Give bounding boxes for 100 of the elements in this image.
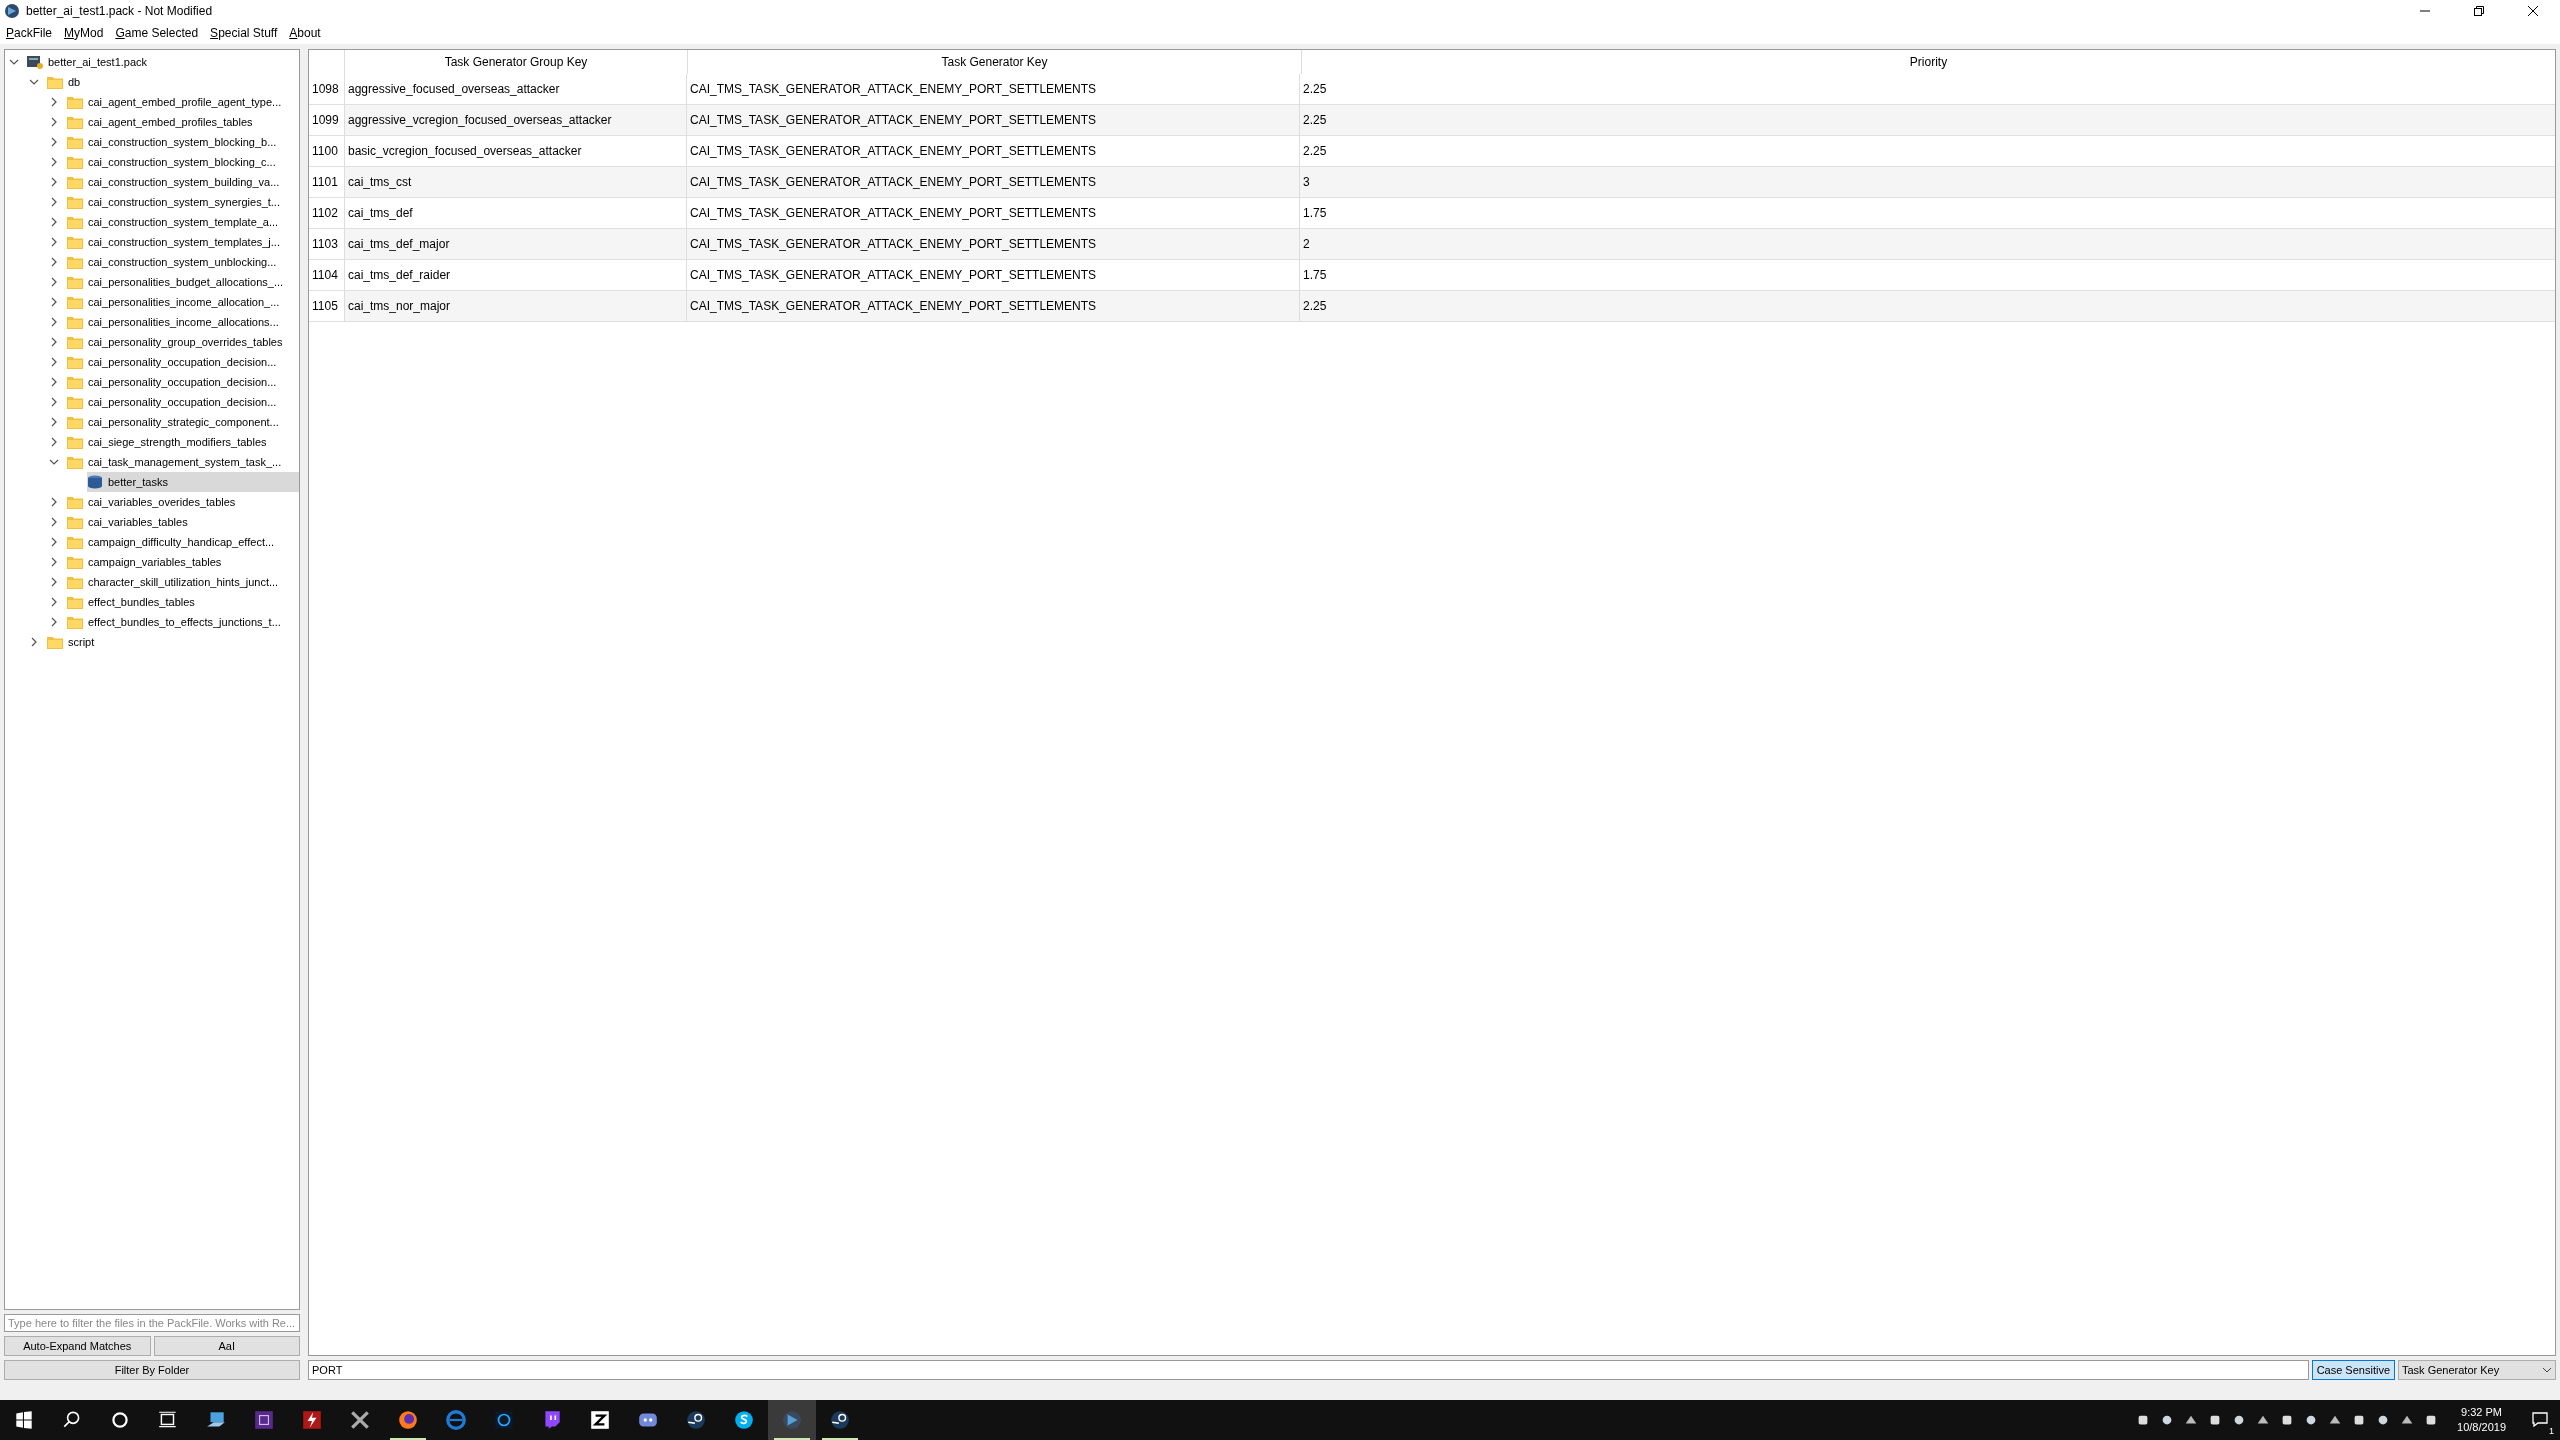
case-sensitive-toggle[interactable]: Case Sensitive [2311,1360,2395,1380]
tree-item[interactable]: cai_construction_system_templates_j... [67,232,299,252]
tree-item[interactable]: better_tasks [87,472,299,492]
tree-item[interactable]: effect_bundles_to_effects_junctions_t... [67,612,299,632]
chevron-icon[interactable] [49,597,59,607]
tree-item[interactable]: cai_personality_group_overrides_tables [67,332,299,352]
folder-icon [67,235,83,249]
table-cell: CAI_TMS_TASK_GENERATOR_ATTACK_ENEMY_PORT_SETTLEMENTS [686,260,1299,290]
tree-item[interactable]: cai_variables_overides_tables [67,492,299,512]
tree-item[interactable]: cai_construction_system_blocking_c... [67,152,299,172]
tray-icon[interactable] [2400,1413,2415,1427]
chevron-icon[interactable] [49,217,59,227]
file-filter-field[interactable]: Type here to filter the files in the PackFile. Works with Re... [4,1314,300,1332]
chevron-icon[interactable] [49,117,59,127]
clock-date[interactable]: 10/8/2019 [2457,1420,2506,1435]
tray-icon[interactable] [2328,1413,2343,1427]
chevron-icon[interactable] [49,417,59,427]
chevron-icon[interactable] [49,297,59,307]
tree-item[interactable]: db [47,72,299,92]
folder-icon [67,95,83,109]
taskbar-app[interactable] [768,1400,816,1440]
close-icon[interactable] [2528,6,2538,16]
tree-item[interactable]: better_ai_test1.pack [27,52,299,72]
tree-item[interactable]: character_skill_utilization_hints_junct... [67,572,299,592]
app-icon [4,3,20,19]
chevron-icon[interactable] [49,97,59,107]
column-header[interactable]: Priority [1301,50,2555,74]
chevron-icon[interactable] [29,637,39,647]
column-header[interactable]: Task Generator Group Key [344,50,687,74]
table-filter-field[interactable]: PORT [308,1360,2309,1380]
chevron-icon[interactable] [49,377,59,387]
tree-item[interactable]: cai_agent_embed_profile_agent_type... [67,92,299,112]
folder-icon [67,275,83,289]
tree-item[interactable]: cai_personalities_income_allocations... [67,312,299,332]
tree-item[interactable]: cai_agent_embed_profiles_tables [67,112,299,132]
restore-icon[interactable] [2474,6,2484,16]
chevron-icon[interactable] [49,157,59,167]
tree-item[interactable]: campaign_difficulty_handicap_effect... [67,532,299,552]
tree-item[interactable]: cai_personalities_income_allocation_... [67,292,299,312]
table-cell: cai_tms_def_raider [344,260,686,290]
chevron-icon[interactable] [49,577,59,587]
folder-icon [67,415,83,429]
chevron-icon[interactable] [49,617,59,627]
folder-icon [47,75,63,89]
table-cell: aggressive_vcregion_focused_overseas_attacker [344,105,686,135]
table-cell: CAI_TMS_TASK_GENERATOR_ATTACK_ENEMY_PORT_SETTLEMENTS [686,229,1299,259]
menu-item[interactable]: About [289,26,321,40]
tree-item[interactable]: cai_variables_tables [67,512,299,532]
chevron-icon[interactable] [49,357,59,367]
chevron-icon[interactable] [49,437,59,447]
menu-item[interactable]: Game Selected [115,26,199,40]
chevron-icon[interactable] [9,57,19,67]
filter-by-folder-button[interactable]: Filter By Folder [4,1360,300,1380]
tree-item[interactable]: campaign_variables_tables [67,552,299,572]
chevron-icon[interactable] [49,237,59,247]
tree-item[interactable]: cai_siege_strength_modifiers_tables [67,432,299,452]
chevron-icon[interactable] [49,337,59,347]
chevron-icon[interactable] [49,197,59,207]
chevron-icon[interactable] [49,457,59,467]
filter-button[interactable]: Auto-Expand Matches [4,1336,151,1356]
chevron-icon[interactable] [49,537,59,547]
tree-item[interactable]: cai_construction_system_synergies_t... [67,192,299,212]
tree-item[interactable]: cai_personality_occupation_decision... [67,352,299,372]
tree-item[interactable]: cai_personality_occupation_decision... [67,392,299,412]
chevron-icon[interactable] [49,517,59,527]
chevron-icon[interactable] [49,557,59,567]
tray-icon[interactable] [2184,1413,2199,1427]
tray-icon[interactable] [2256,1413,2271,1427]
chevron-icon[interactable] [49,277,59,287]
tree-item[interactable]: cai_personality_strategic_component... [67,412,299,432]
chevron-icon[interactable] [49,397,59,407]
tree-item[interactable]: cai_construction_system_unblocking... [67,252,299,272]
tree-item[interactable]: cai_construction_system_building_va... [67,172,299,192]
chevron-icon[interactable] [49,177,59,187]
circle-icon[interactable] [109,1409,131,1431]
chevron-icon[interactable] [49,317,59,327]
caret-icon [2542,1367,2552,1373]
chevron-icon[interactable] [29,77,39,87]
skype-icon [733,1409,755,1431]
column-header[interactable]: Task Generator Key [687,50,1301,74]
tree-item[interactable]: script [47,632,299,652]
clock-time[interactable]: 9:32 PM [2461,1405,2502,1420]
menu-item[interactable]: Special Stuff [210,26,278,40]
menu-item[interactable]: PackFile [6,26,53,40]
windows-start-icon[interactable] [13,1409,35,1431]
menu-item[interactable]: MyMod [64,26,104,40]
chevron-icon[interactable] [49,257,59,267]
tree-item[interactable]: cai_construction_system_template_a... [67,212,299,232]
notifications-button[interactable]: 1 [2520,1400,2560,1440]
tree-item[interactable]: effect_bundles_tables [67,592,299,612]
browser-e-icon [445,1409,467,1431]
tree-item[interactable]: cai_task_management_system_task_... [67,452,299,472]
column-dropdown[interactable]: Task Generator Key [2398,1360,2556,1380]
table-cell: CAI_TMS_TASK_GENERATOR_ATTACK_ENEMY_PORT_SETTLEMENTS [686,136,1299,166]
chevron-icon[interactable] [49,497,59,507]
filter-button[interactable]: AaI [153,1336,300,1356]
chevron-icon[interactable] [49,137,59,147]
tree-item[interactable]: cai_personality_occupation_decision... [67,372,299,392]
tree-item[interactable]: cai_construction_system_blocking_b... [67,132,299,152]
tree-item[interactable]: cai_personalities_budget_allocations_... [67,272,299,292]
